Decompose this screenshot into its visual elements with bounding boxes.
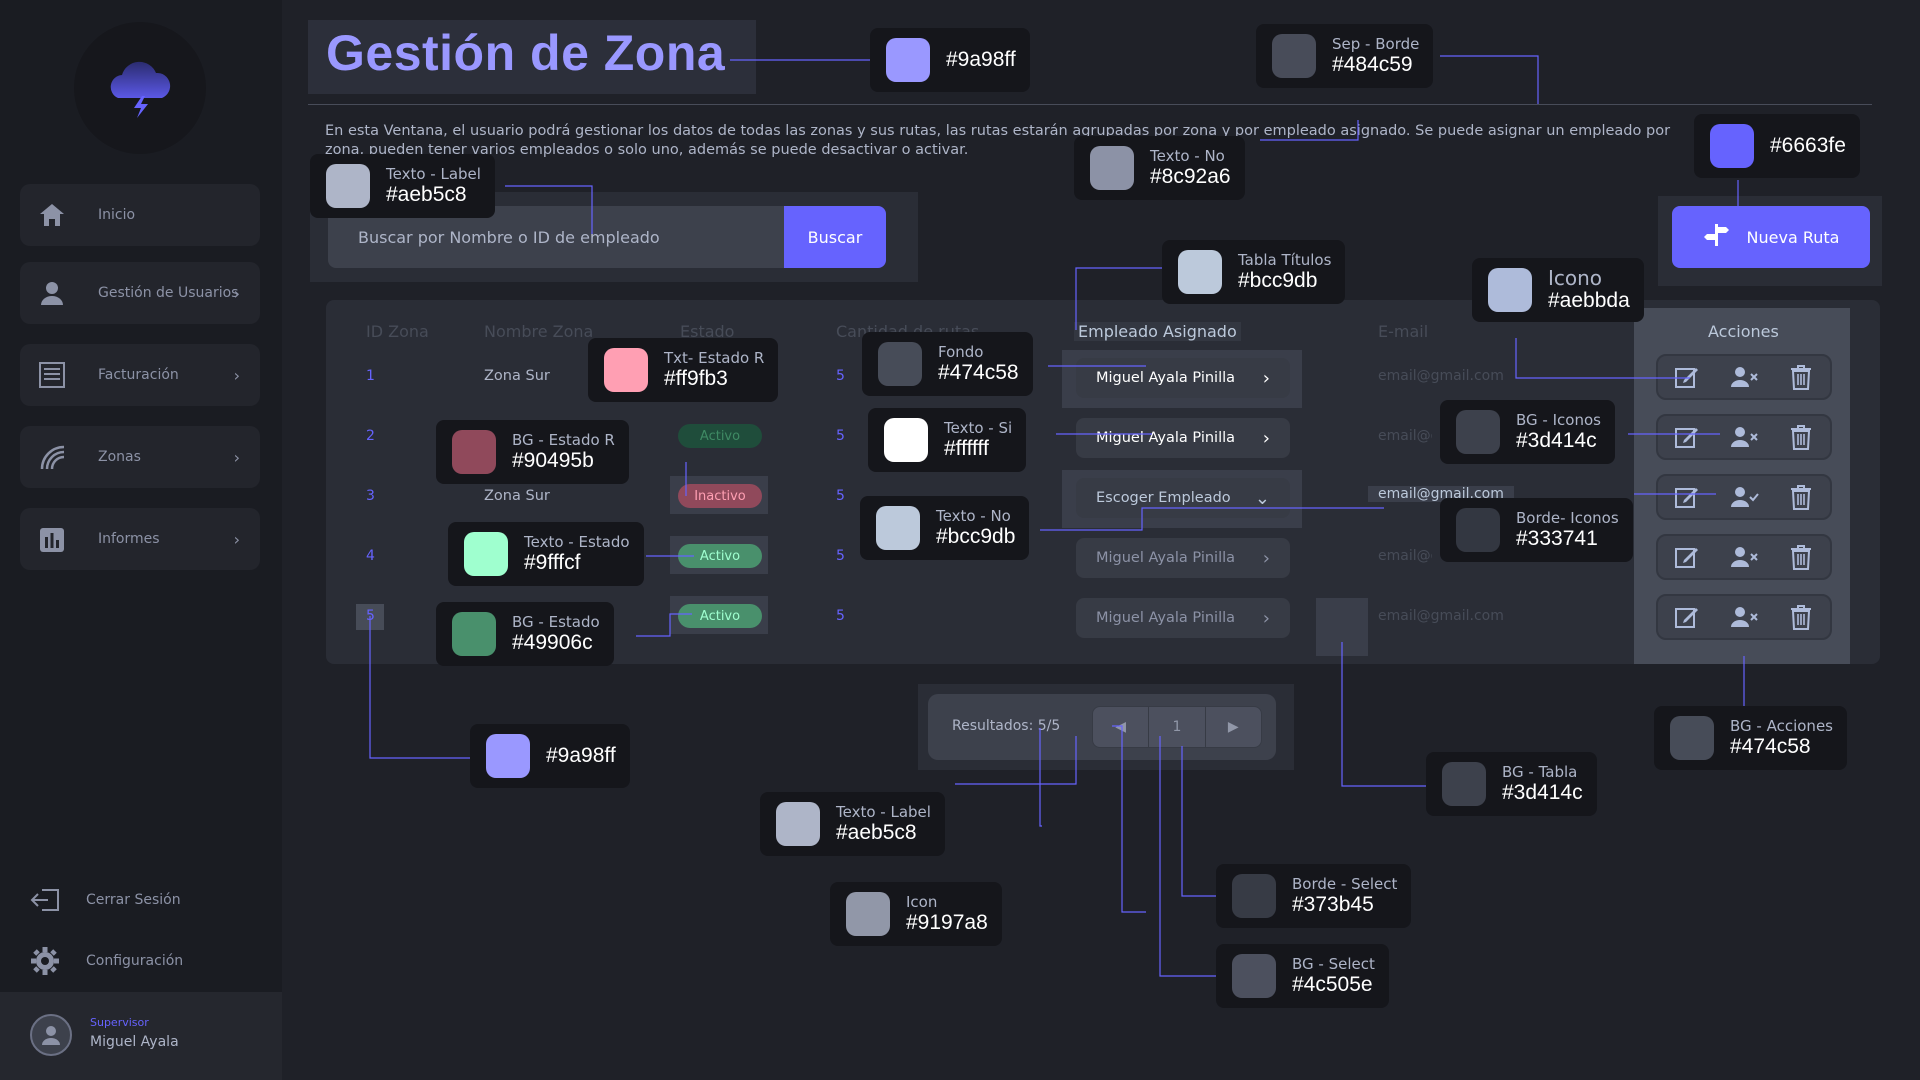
annotation-value: #49906c: [512, 630, 593, 654]
color-swatch: [604, 348, 648, 392]
annotation-label: BG - Select: [1292, 954, 1375, 973]
annotation-label: Texto - No: [1150, 146, 1225, 165]
color-swatch: [1456, 508, 1500, 552]
annotation-label: Texto - Estado: [524, 532, 630, 551]
annotation-bg-select: BG - Select #4c505e: [1216, 944, 1389, 1008]
color-swatch: [326, 164, 370, 208]
annotation-icon-pag: Icon #9197a8: [830, 882, 1002, 946]
annotation-label: Texto - No: [936, 506, 1011, 525]
annotation-label: BG - Acciones: [1730, 716, 1833, 735]
color-swatch: [1488, 268, 1532, 312]
color-swatch: [846, 892, 890, 936]
color-swatch: [1178, 250, 1222, 294]
color-swatch: [1710, 124, 1754, 168]
color-swatch: [1232, 954, 1276, 998]
annotation-value: #474c58: [938, 360, 1019, 384]
annotation-label: Borde- Iconos: [1516, 508, 1619, 527]
annotation-label: Texto - Label: [386, 164, 481, 183]
color-swatch: [1090, 146, 1134, 190]
annotation-text-si: Texto - Si #ffffff: [868, 408, 1027, 472]
annotation-text-no-header: Texto - No #8c92a6: [1074, 136, 1245, 200]
color-swatch: [452, 430, 496, 474]
annotation-label: Icon: [906, 892, 938, 911]
annotation-value: #373b45: [1292, 892, 1374, 916]
annotation-text-label-bottom: Texto - Label #aeb5c8: [760, 792, 945, 856]
annotation-icon: Icono #aebbda: [1472, 258, 1644, 322]
color-swatch: [884, 418, 928, 462]
color-swatch: [1272, 34, 1316, 78]
color-swatch: [486, 734, 530, 778]
annotation-bg-actions: BG - Acciones #474c58: [1654, 706, 1847, 770]
annotation-value: #9197a8: [906, 910, 988, 934]
color-swatch: [1442, 762, 1486, 806]
color-swatch: [876, 506, 920, 550]
annotation-value: #474c58: [1730, 734, 1811, 758]
annotation-label: Txt- Estado R: [664, 348, 765, 367]
annotation-label: Texto - Si: [944, 418, 1013, 437]
annotation-border-icons: Borde- Iconos #333741: [1440, 498, 1633, 562]
color-swatch: [1670, 716, 1714, 760]
annotation-value: #6663fe: [1770, 134, 1846, 157]
annotation-text-label-top: Texto - Label #aeb5c8: [310, 154, 495, 218]
color-swatch: [452, 612, 496, 656]
annotation-label: BG - Estado: [512, 612, 600, 631]
annotation-label: Borde - Select: [1292, 874, 1398, 893]
annotation-text-status: Texto - Estado #9fffcf: [448, 522, 644, 586]
color-swatch: [1456, 410, 1500, 454]
annotation-value: #ffffff: [944, 436, 989, 460]
annotation-table-titles: Tabla Títulos #bcc9db: [1162, 240, 1346, 304]
annotation-text-no-table: Texto - No #bcc9db: [860, 496, 1030, 560]
annotation-value: #aebbda: [1548, 289, 1630, 312]
annotation-value: #aeb5c8: [386, 182, 467, 206]
annotation-value: #90495b: [512, 448, 594, 472]
annotation-value: #4c505e: [1292, 972, 1373, 996]
annotation-value: #bcc9db: [936, 524, 1016, 548]
annotation-label: BG - Iconos: [1516, 410, 1601, 429]
annotation-label: Icono: [1548, 266, 1603, 290]
annotation-value: #3d414c: [1516, 428, 1597, 452]
annotation-label: Sep - Borde: [1332, 34, 1420, 53]
color-swatch: [878, 342, 922, 386]
annotation-bg-status-r: BG - Estado R #90495b: [436, 420, 629, 484]
annotation-border-select: Borde - Select #373b45: [1216, 864, 1412, 928]
annotation-value: #ff9fb3: [664, 366, 728, 390]
annotation-bg-status: BG - Estado #49906c: [436, 602, 614, 666]
color-swatch: [464, 532, 508, 576]
annotation-sep-border: Sep - Borde #484c59: [1256, 24, 1434, 88]
annotation-label: BG - Tabla: [1502, 762, 1578, 781]
annotation-value: #bcc9db: [1238, 268, 1318, 292]
annotation-fondo: Fondo #474c58: [862, 332, 1033, 396]
annotation-label: Texto - Label: [836, 802, 931, 821]
annotation-accent: #6663fe: [1694, 114, 1860, 178]
annotation-value: #484c59: [1332, 52, 1413, 76]
annotation-value: #8c92a6: [1150, 164, 1231, 188]
annotation-value: #aeb5c8: [836, 820, 917, 844]
annotation-bg-icons: BG - Iconos #3d414c: [1440, 400, 1615, 464]
annotation-label: Fondo: [938, 342, 984, 361]
annotation-value: #3d414c: [1502, 780, 1583, 804]
annotation-value: #9a98ff: [546, 744, 616, 767]
color-swatch: [1232, 874, 1276, 918]
annotation-value: #333741: [1516, 526, 1598, 550]
annotation-txt-status-r: Txt- Estado R #ff9fb3: [588, 338, 779, 402]
annotation-label: BG - Estado R: [512, 430, 615, 449]
color-swatch: [886, 38, 930, 82]
annotation-bg-table: BG - Tabla #3d414c: [1426, 752, 1597, 816]
annotation-value: #9fffcf: [524, 550, 581, 574]
annotation-label: Tabla Títulos: [1238, 250, 1332, 269]
annotation-title-color: #9a98ff: [870, 28, 1030, 92]
annotation-id-color: #9a98ff: [470, 724, 630, 788]
annotation-value: #9a98ff: [946, 48, 1016, 71]
color-swatch: [776, 802, 820, 846]
